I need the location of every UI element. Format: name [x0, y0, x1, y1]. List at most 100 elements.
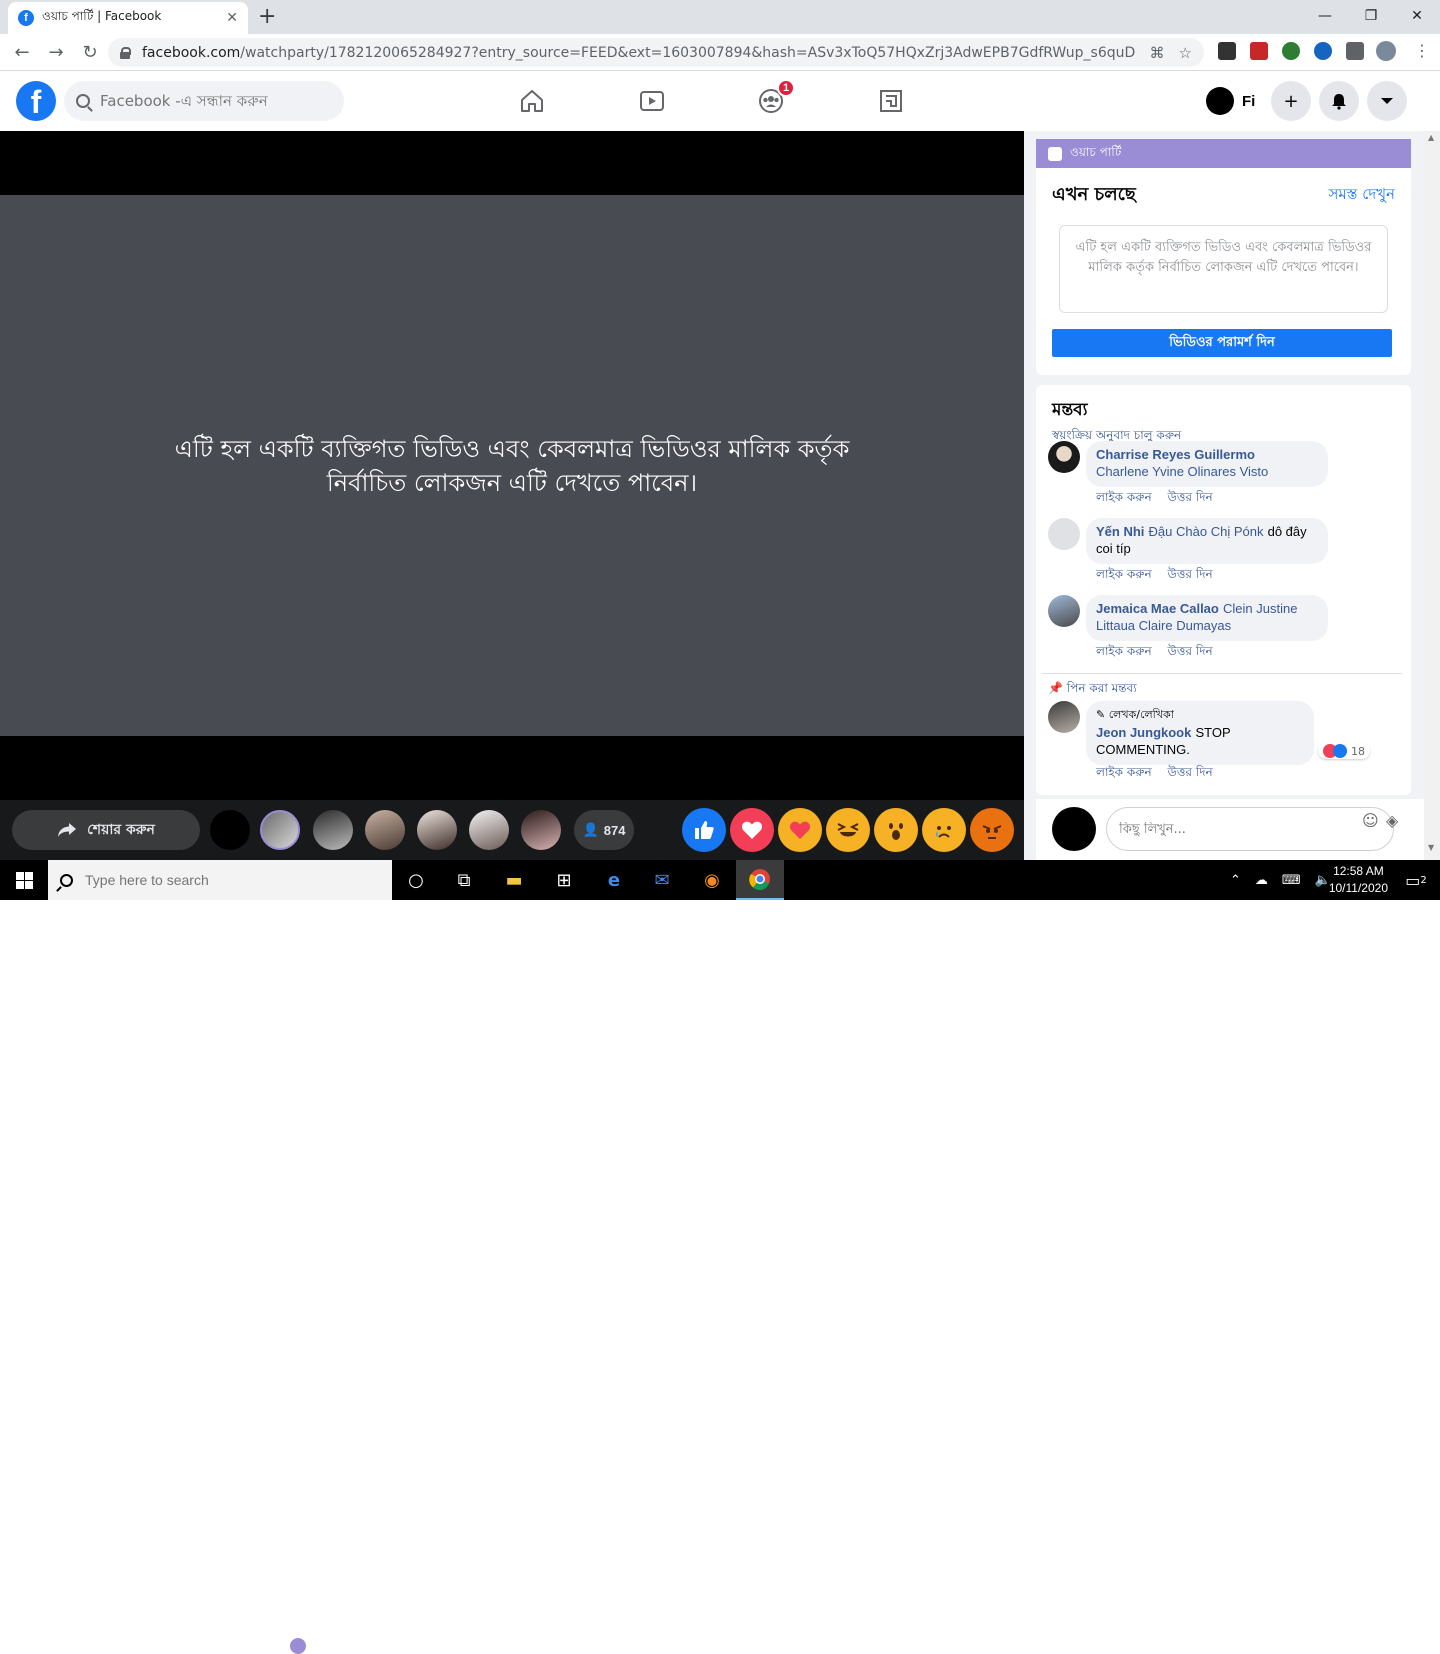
nav-home[interactable]: [476, 71, 588, 131]
chrome-taskbar-icon[interactable]: [736, 860, 784, 900]
action-center-icon[interactable]: ▭ 2: [1392, 860, 1440, 900]
like-reaction-icon[interactable]: [682, 808, 726, 852]
viewer-avatar[interactable]: [365, 810, 405, 850]
sticker-icon[interactable]: ◈: [1386, 811, 1398, 830]
like-comment-link[interactable]: লাইক করুন: [1096, 644, 1152, 658]
restore-icon[interactable]: ❐: [1348, 0, 1394, 32]
sad-reaction-icon[interactable]: [922, 808, 966, 852]
profile-name: Fi: [1242, 92, 1256, 110]
viewer-count: 874: [603, 822, 626, 838]
comment-field[interactable]: [1106, 807, 1394, 851]
network-icon[interactable]: ⌨: [1282, 873, 1301, 888]
task-view-icon[interactable]: ⧉: [440, 860, 488, 900]
extension-globe-icon[interactable]: [1282, 42, 1300, 60]
private-video-message: এটি হল একটি ব্যক্তিগত ভিডিও এবং কেবলমাত্…: [174, 434, 850, 497]
viewer-count-button[interactable]: 👤 874: [574, 810, 634, 850]
nav-gaming[interactable]: [835, 71, 947, 131]
comment-reaction-count[interactable]: 18: [1318, 743, 1370, 759]
reply-comment-link[interactable]: উত্তর দিন: [1167, 765, 1212, 779]
default-avatar-icon[interactable]: [1048, 518, 1080, 550]
microsoft-store-icon[interactable]: ⊞: [540, 860, 588, 900]
like-comment-link[interactable]: লাইক করুন: [1096, 567, 1152, 581]
reply-comment-link[interactable]: উত্তর দিন: [1167, 567, 1212, 581]
cortana-icon[interactable]: ○: [392, 860, 440, 900]
profile-chip[interactable]: Fi: [1200, 83, 1263, 119]
angry-reaction-icon[interactable]: [970, 808, 1014, 852]
comment-bubble: ✎ লেখক/লেখিকা Jeon Jungkook STOP COMMENT…: [1086, 701, 1314, 765]
notifications-button[interactable]: [1319, 81, 1359, 121]
start-button[interactable]: [0, 860, 48, 900]
chrome-menu-icon[interactable]: ⋮: [1414, 41, 1430, 60]
reply-comment-link[interactable]: উত্তর দিন: [1167, 644, 1212, 658]
taskbar-clock[interactable]: 12:58 AM 10/11/2020: [1329, 863, 1388, 897]
uc-browser-icon[interactable]: ◉: [688, 860, 736, 900]
care-reaction-icon[interactable]: [778, 808, 822, 852]
love-reaction-icon[interactable]: [730, 808, 774, 852]
minimize-icon[interactable]: —: [1302, 0, 1348, 32]
comment-author[interactable]: Yến Nhi: [1096, 524, 1144, 539]
extension-m-icon[interactable]: [1218, 42, 1236, 60]
sidebar-scrollbar[interactable]: ▲ ▼: [1424, 131, 1440, 860]
facebook-search[interactable]: [64, 81, 344, 121]
facebook-header: f 1 Fi +: [0, 71, 1440, 131]
wow-reaction-icon[interactable]: [874, 808, 918, 852]
close-tab-icon[interactable]: ✕: [226, 10, 238, 26]
address-bar[interactable]: facebook.com/watchparty/1782120065284927…: [108, 38, 1204, 67]
viewer-avatar[interactable]: [469, 810, 509, 850]
scroll-up-icon[interactable]: ▲: [1428, 133, 1436, 142]
share-button[interactable]: শেয়ার করুন: [12, 810, 200, 850]
viewer-avatar[interactable]: [210, 810, 250, 850]
avatar[interactable]: [1048, 595, 1080, 627]
comment-tagged-user[interactable]: Đậu Chào Chị Pónk: [1149, 524, 1264, 539]
show-hidden-icons-icon[interactable]: ⌃: [1230, 873, 1241, 888]
reload-icon[interactable]: ↻: [74, 42, 106, 63]
extensions-puzzle-icon[interactable]: [1346, 42, 1364, 60]
scroll-down-icon[interactable]: ▼: [1428, 843, 1436, 852]
host-avatar[interactable]: [260, 810, 300, 850]
bookmark-star-icon[interactable]: ☆: [1179, 44, 1192, 62]
haha-reaction-icon[interactable]: [826, 808, 870, 852]
comment-tagged-user[interactable]: Charlene Yvine Olinares Visto: [1096, 464, 1268, 479]
onedrive-icon[interactable]: ☁: [1255, 873, 1268, 888]
nav-groups[interactable]: 1: [715, 71, 827, 131]
new-tab-button[interactable]: +: [258, 4, 276, 29]
comment-input[interactable]: [1119, 821, 1319, 837]
chrome-profile-avatar[interactable]: [1376, 41, 1396, 61]
watch-icon: [640, 91, 664, 111]
emoji-icon[interactable]: ☺: [1362, 811, 1379, 830]
close-window-icon[interactable]: ✕: [1394, 0, 1440, 32]
now-playing-heading: এখন চলছে: [1052, 184, 1136, 205]
avatar[interactable]: [1048, 441, 1080, 473]
facebook-search-input[interactable]: [100, 92, 320, 110]
nav-watch[interactable]: [596, 71, 708, 131]
like-comment-link[interactable]: লাইক করুন: [1096, 490, 1152, 504]
extension-blue-icon[interactable]: [1314, 42, 1332, 60]
forward-icon[interactable]: →: [40, 42, 72, 63]
avatar[interactable]: [1048, 701, 1080, 733]
viewer-avatar[interactable]: [417, 810, 457, 850]
mail-icon[interactable]: ✉: [638, 860, 686, 900]
url-text[interactable]: facebook.com/watchparty/1782120065284927…: [142, 45, 1136, 61]
reply-comment-link[interactable]: উত্তর দিন: [1167, 490, 1212, 504]
taskbar-search[interactable]: [48, 860, 392, 900]
taskbar-search-input[interactable]: [85, 872, 365, 888]
back-icon[interactable]: ←: [6, 42, 38, 63]
like-comment-link[interactable]: লাইক করুন: [1096, 765, 1152, 779]
video-player[interactable]: এটি হল একটি ব্যক্তিগত ভিডিও এবং কেবলমাত্…: [0, 131, 1024, 800]
suggest-video-button[interactable]: ভিডিওর পরামর্শ দিন: [1052, 329, 1392, 357]
translate-icon[interactable]: ⌘: [1150, 44, 1165, 62]
viewer-avatar[interactable]: [313, 810, 353, 850]
account-menu-button[interactable]: [1367, 81, 1407, 121]
edge-icon[interactable]: e: [590, 860, 638, 900]
comment-author[interactable]: Jemaica Mae Callao: [1096, 601, 1219, 616]
lock-icon[interactable]: [120, 46, 131, 59]
comment-author[interactable]: Jeon Jungkook: [1096, 725, 1191, 740]
comment-author[interactable]: Charrise Reyes Guillermo: [1096, 447, 1255, 462]
extension-red-icon[interactable]: [1250, 42, 1268, 60]
file-explorer-icon[interactable]: ▬: [490, 860, 538, 900]
viewer-avatar[interactable]: [521, 810, 561, 850]
facebook-logo[interactable]: f: [16, 81, 56, 121]
see-all-link[interactable]: সমস্ত দেখুন: [1328, 183, 1395, 208]
create-button[interactable]: +: [1271, 81, 1311, 121]
browser-tab[interactable]: f ওয়াচ পার্টি | Facebook ✕: [8, 2, 248, 34]
